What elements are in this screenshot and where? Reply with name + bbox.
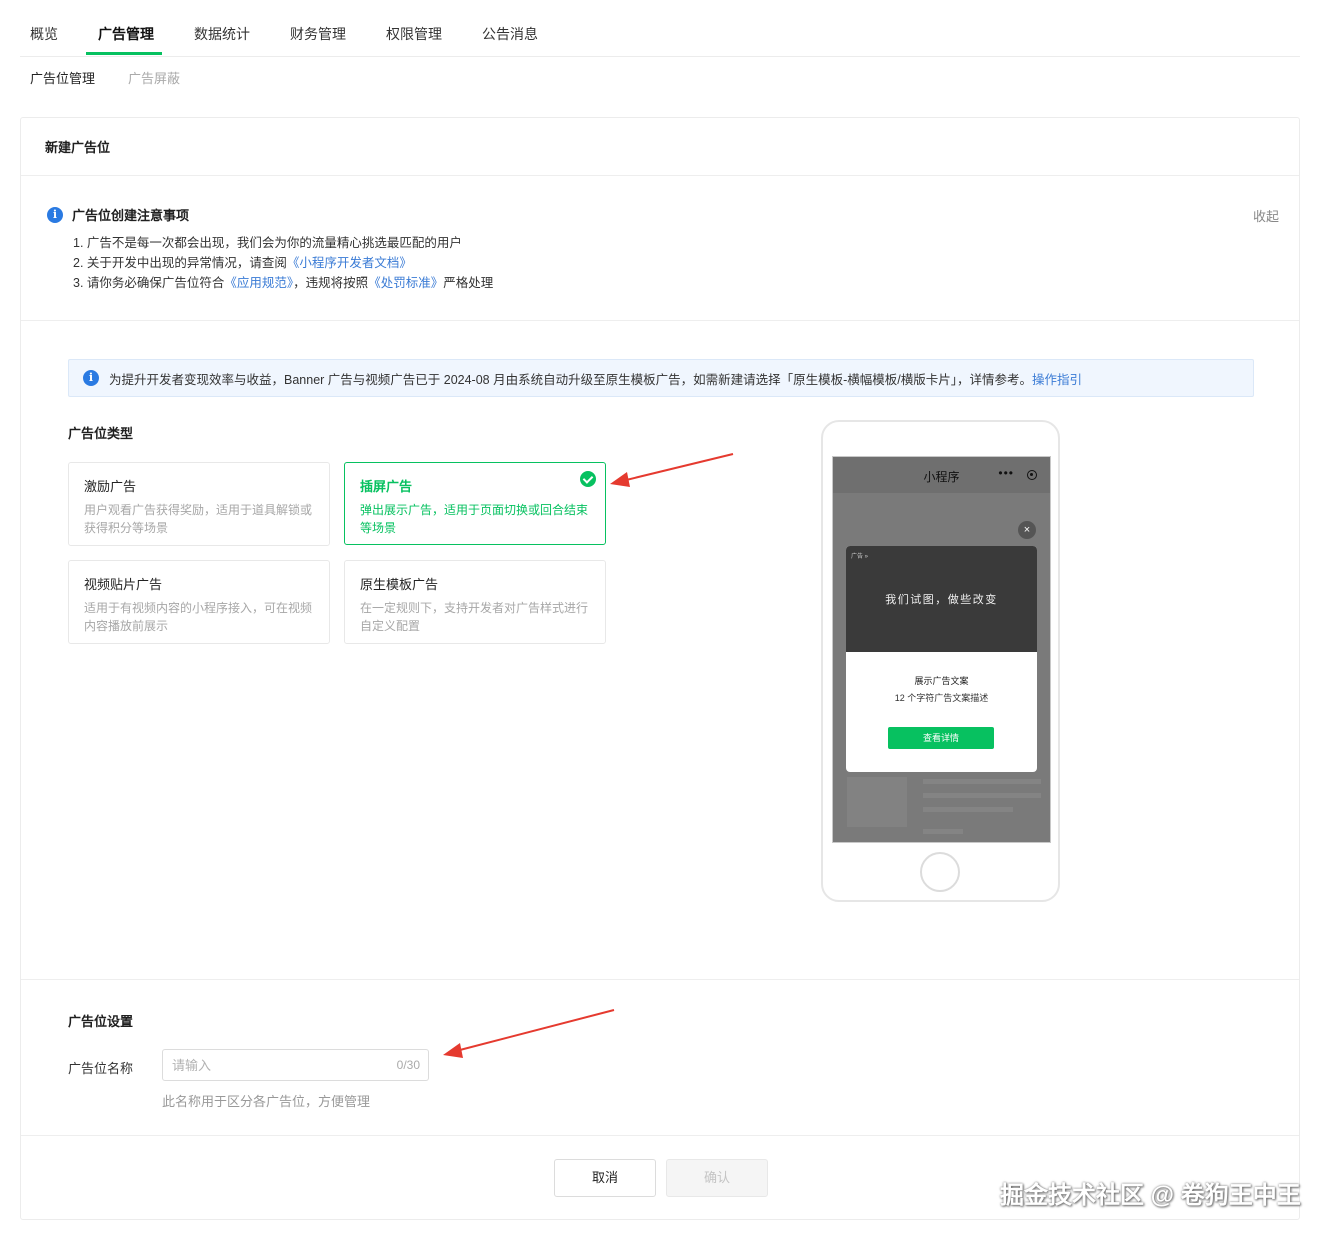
arrow-line — [455, 1009, 615, 1052]
arrow-line — [621, 453, 734, 482]
arrow-head — [443, 1043, 463, 1058]
watermark: 掘金技术社区 @ 卷狗王中王 — [1000, 1182, 1301, 1209]
annotation-arrows — [443, 453, 734, 1058]
arrow-head — [610, 472, 630, 487]
